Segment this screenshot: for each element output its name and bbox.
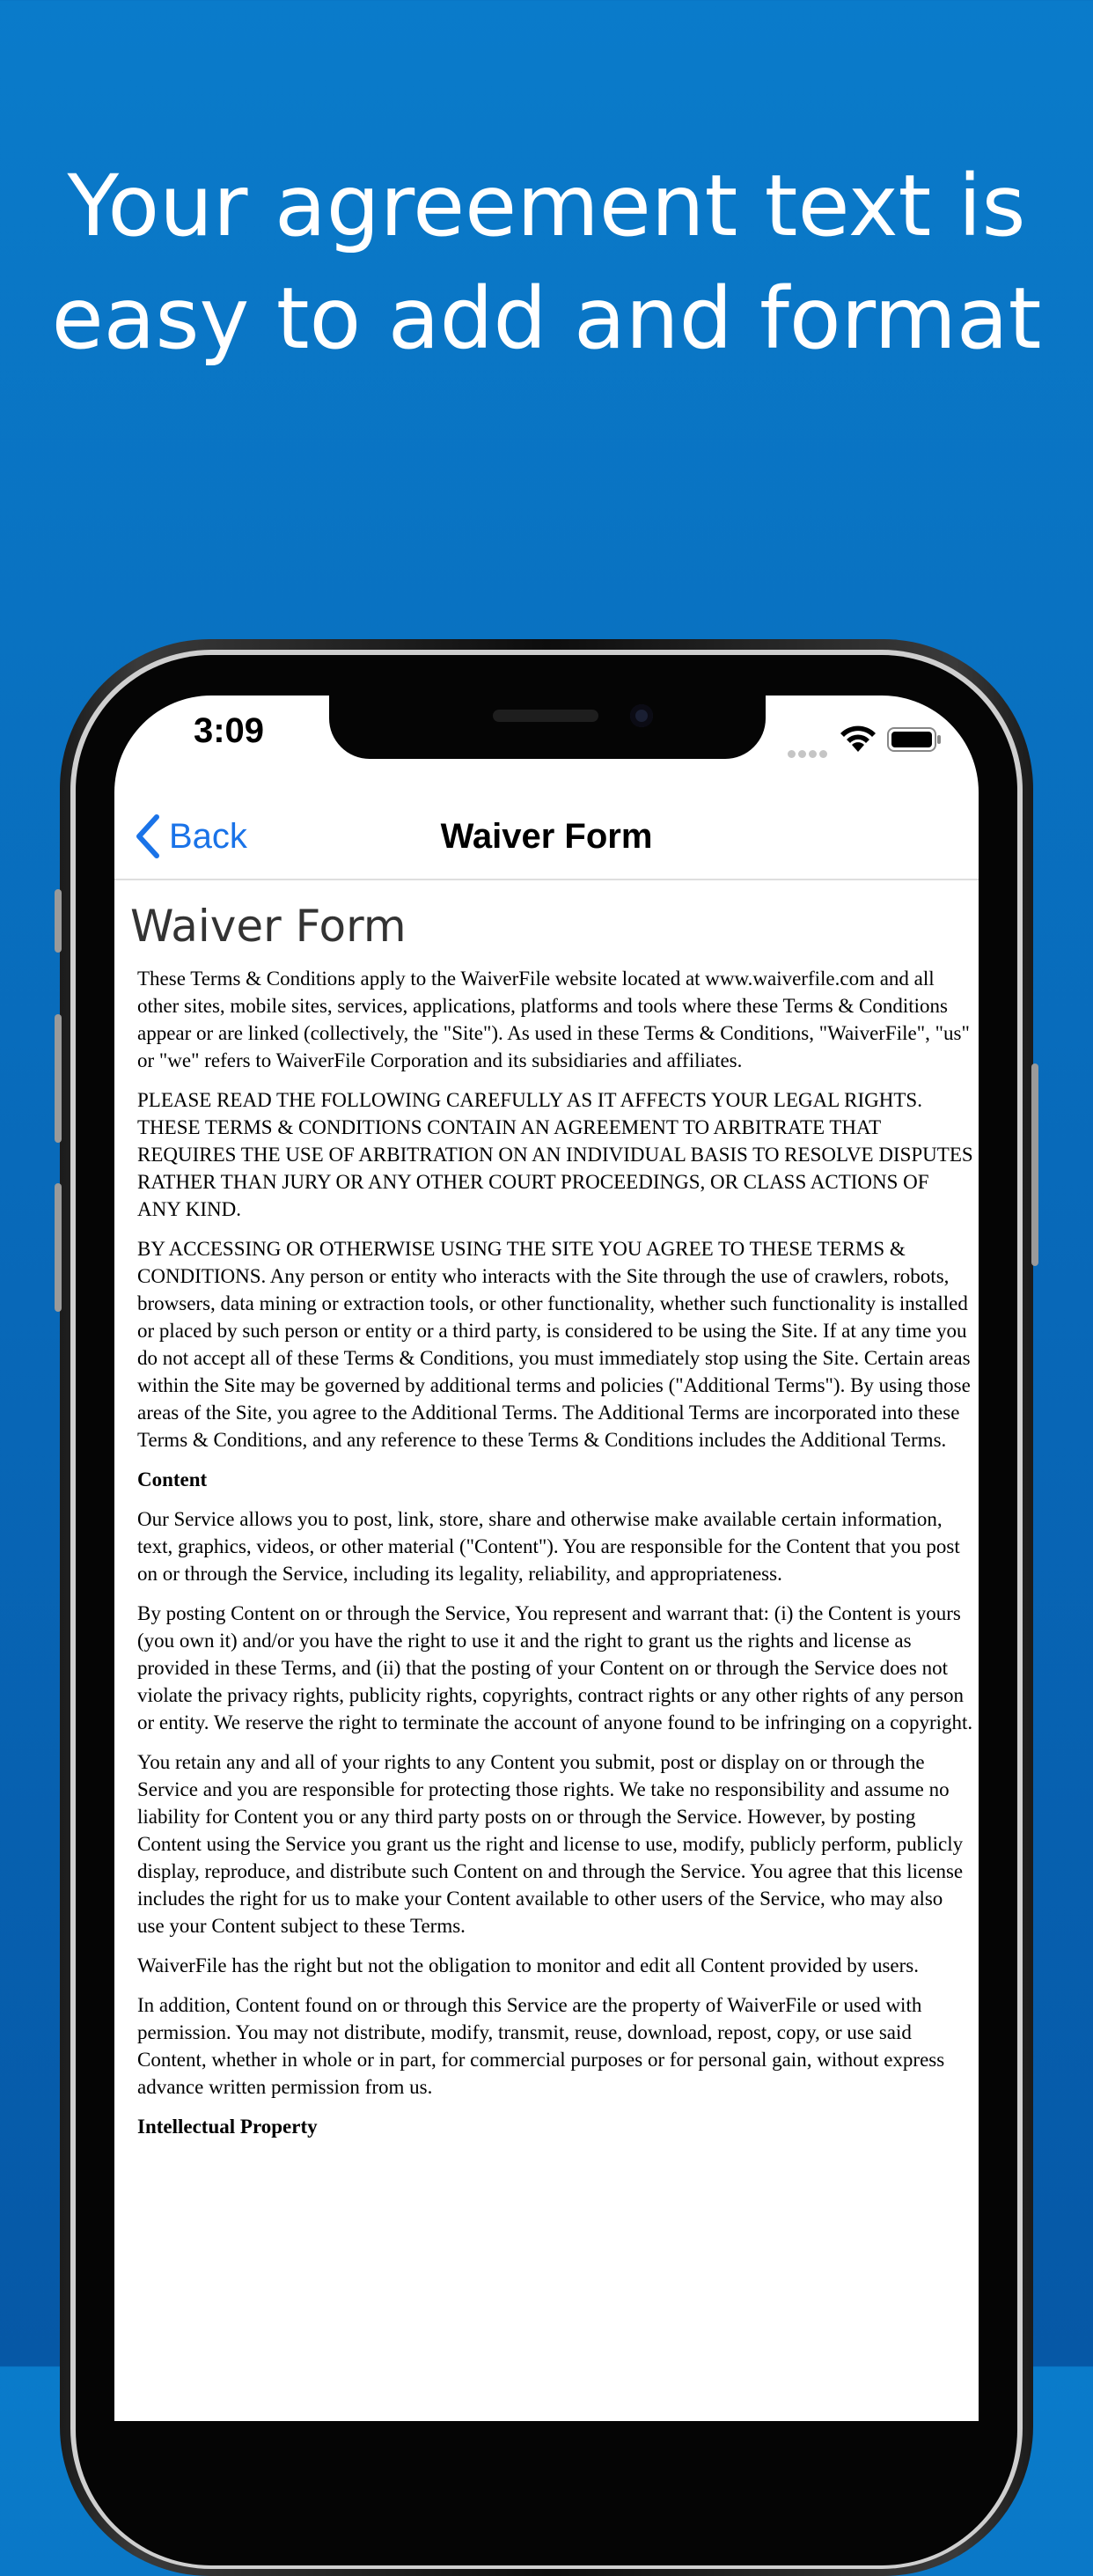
paragraph: In addition, Content found on or through…	[137, 1994, 945, 2098]
paragraph: Our Service allows you to post, link, st…	[137, 1508, 960, 1585]
phone-screen: 3:09 Back Waiver Form Waiver Form These …	[114, 696, 979, 2421]
cellular-signal-icon	[788, 745, 830, 762]
promo-headline-line2: easy to add and format	[51, 269, 1042, 368]
document-heading: Waiver Form	[130, 901, 407, 952]
paragraph: PLEASE READ THE FOLLOWING CAREFULLY AS I…	[137, 1089, 973, 1220]
mute-switch	[55, 889, 62, 953]
document-content[interactable]: Waiver Form These Terms & Conditions app…	[114, 880, 979, 2153]
wifi-icon	[840, 725, 876, 752]
earpiece-speaker	[493, 710, 598, 722]
paragraph: WaiverFile has the right but not the obl…	[137, 1954, 919, 1976]
phone-notch	[329, 692, 766, 759]
battery-icon	[887, 727, 941, 752]
section-heading-intellectual-property: Intellectual Property	[137, 2116, 318, 2138]
paragraph: You retain any and all of your rights to…	[137, 1751, 964, 1937]
section-heading-content: Content	[137, 1468, 208, 1490]
paragraph: These Terms & Conditions apply to the Wa…	[137, 968, 970, 1071]
nav-title: Waiver Form	[440, 817, 653, 856]
status-time: 3:09	[193, 711, 265, 750]
paragraph: BY ACCESSING OR OTHERWISE USING THE SITE…	[137, 1238, 971, 1451]
volume-up-button	[55, 1014, 62, 1143]
volume-down-button	[55, 1183, 62, 1312]
front-camera	[630, 704, 653, 727]
document-body: These Terms & Conditions apply to the Wa…	[137, 965, 973, 2140]
paragraph: By posting Content on or through the Ser…	[137, 1602, 973, 1733]
promo-headline-line1: Your agreement text is	[67, 157, 1026, 255]
power-button	[1031, 1064, 1038, 1266]
promo-headline: Your agreement text is easy to add and f…	[0, 150, 1093, 375]
